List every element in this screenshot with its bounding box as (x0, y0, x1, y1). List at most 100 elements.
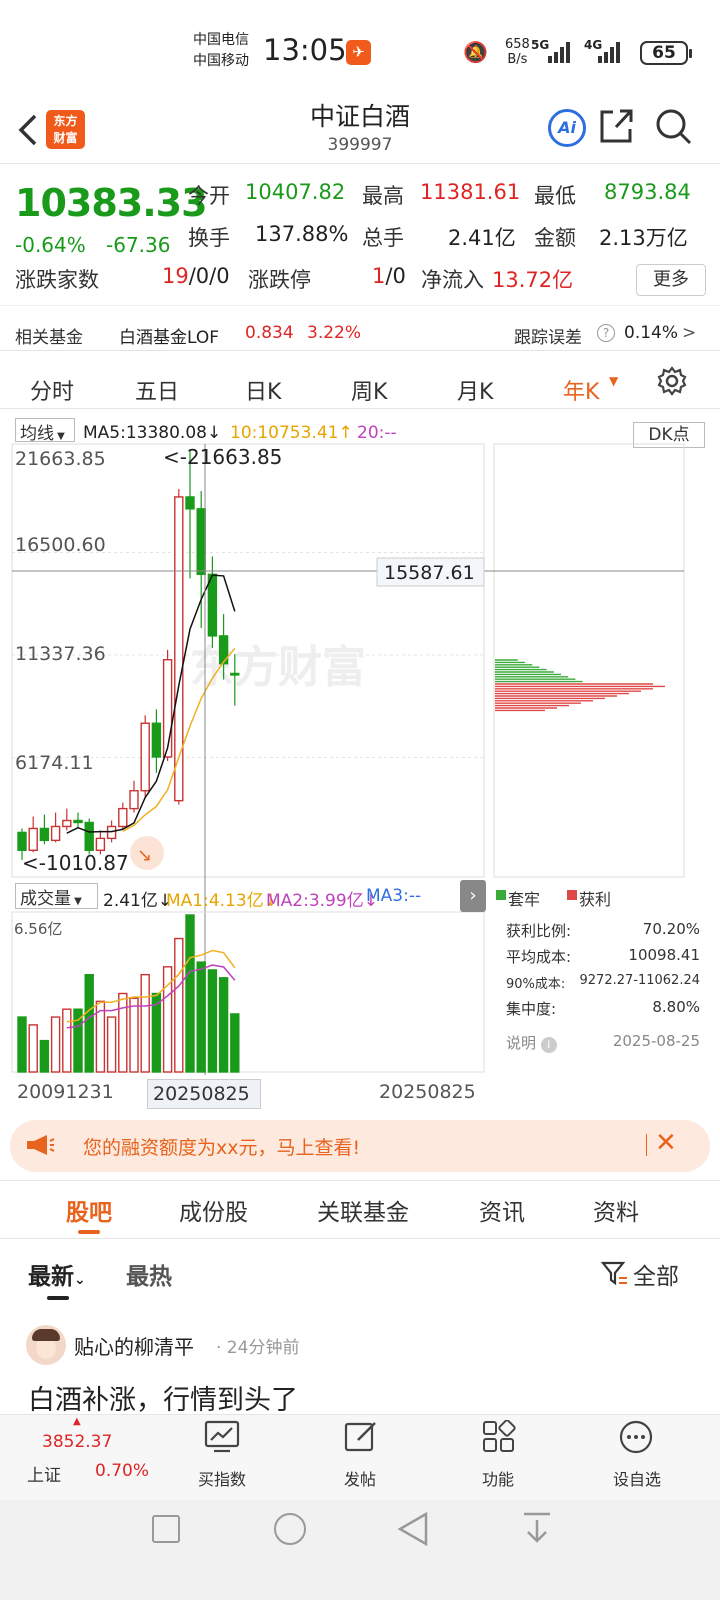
tab-constituents[interactable]: 成份股 (179, 1193, 248, 1227)
post-username[interactable]: 贴心的柳清平 (74, 1331, 194, 1360)
note-row[interactable]: 说明 i 2025-08-25 (506, 1032, 700, 1053)
volume-bar (62, 1008, 72, 1073)
search-icon[interactable] (655, 107, 693, 147)
tab-forum[interactable]: 股吧 (66, 1193, 112, 1227)
post-content[interactable]: 白酒补涨，行情到头了 (28, 1378, 298, 1417)
volume-value: 2.41亿 (448, 226, 516, 250)
more-button[interactable]: 更多 (636, 264, 706, 296)
note-label: 说明 (506, 1034, 537, 1052)
candle-body (95, 837, 106, 851)
index-value[interactable]: 3852.37 (42, 1432, 112, 1452)
legend-profit-swatch (567, 890, 577, 900)
mute-bell-icon: 🔕 (463, 40, 488, 64)
candle-body (207, 573, 218, 637)
legend-profit: 获利 (579, 890, 612, 909)
x-label-start: 20091231 (17, 1081, 114, 1103)
volume-selector[interactable]: 成交量 ▼ (15, 883, 98, 909)
avg-cost-label: 平均成本: (506, 948, 572, 966)
notification-pull-icon[interactable] (520, 1510, 554, 1548)
turnover-label: 换手 (188, 226, 230, 250)
profit-ratio-label: 获利比例: (506, 922, 572, 940)
concentration-label: 集中度: (506, 1000, 557, 1018)
system-nav-bar (0, 1500, 720, 1600)
carrier-1: 中国电信 (193, 32, 249, 48)
function-button[interactable]: 功能 (458, 1466, 538, 1490)
chip-distribution (495, 659, 665, 712)
profit-ratio-value: 70.20% (642, 920, 700, 938)
tab-five-day[interactable]: 五日 (135, 374, 179, 406)
change-amount: -67.36 (106, 233, 171, 257)
low-value: 8793.84 (604, 180, 691, 204)
candle-body (196, 508, 206, 576)
divider (0, 305, 720, 306)
post-button[interactable]: 发帖 (320, 1466, 400, 1490)
volume-bar (230, 1013, 240, 1073)
settings-gear-icon[interactable] (657, 366, 687, 396)
volume-bar (140, 973, 150, 1073)
help-icon[interactable]: ? (597, 324, 615, 342)
tab-intraday[interactable]: 分时 (30, 374, 74, 406)
sort-indicator (47, 1296, 69, 1300)
back-nav-icon[interactable] (396, 1510, 430, 1548)
post-time: · 24分钟前 (216, 1338, 300, 1358)
candle-body (84, 821, 94, 851)
promo-text: 您的融资额度为xx元，马上查看! (83, 1137, 361, 1159)
y-label-4: 6174.11 (15, 752, 94, 774)
add-watchlist-button[interactable]: 设自选 (597, 1466, 677, 1490)
chevron-right-button[interactable]: › (460, 880, 486, 912)
volume-bar (218, 977, 229, 1073)
tab-day-k[interactable]: 日K (245, 374, 281, 406)
crosshair-value: 15587.61 (384, 562, 475, 584)
tab-news[interactable]: 资讯 (479, 1193, 525, 1227)
limit-up: 1 (372, 264, 386, 288)
turnover-value: 137.88% (255, 222, 349, 246)
app-notification-icon: ✈ (346, 40, 371, 65)
cost90-value: 9272.27-11062.24 (579, 973, 700, 988)
share-icon[interactable] (598, 107, 634, 145)
recent-apps-icon[interactable] (152, 1515, 180, 1543)
candle-body (185, 496, 195, 510)
volume-bar (185, 914, 195, 1073)
close-icon[interactable]: ✕ (655, 1128, 677, 1158)
volume-bar (118, 992, 128, 1073)
updown-rest: /0/0 (188, 264, 230, 288)
volume-ma3: MA3:-- (366, 886, 422, 906)
grid-function-icon[interactable] (482, 1420, 516, 1454)
battery-indicator: 65 (640, 41, 692, 65)
compose-icon[interactable] (344, 1420, 378, 1454)
up-arrow-icon: ▲ (73, 1416, 81, 1427)
filter-icon[interactable] (600, 1259, 628, 1287)
candle-body (28, 827, 38, 851)
home-icon[interactable] (274, 1513, 306, 1545)
related-fund-name[interactable]: 白酒基金LOF (119, 323, 219, 348)
tab-related-funds[interactable]: 关联基金 (317, 1193, 409, 1227)
related-fund-pct: 3.22% (307, 323, 362, 343)
chart-buy-icon[interactable] (204, 1420, 240, 1454)
netflow-label: 净流入 (421, 268, 484, 292)
limit-label: 涨跌停 (248, 268, 311, 292)
chevron-right-icon[interactable]: > (682, 323, 696, 343)
related-fund-price: 0.834 (245, 323, 294, 343)
tab-month-k[interactable]: 月K (457, 374, 493, 406)
tab-profile[interactable]: 资料 (593, 1193, 639, 1227)
filter-all[interactable]: 全部 (633, 1257, 679, 1291)
watermark: 东方财富 (190, 643, 366, 692)
tab-year-k[interactable]: 年K (563, 374, 599, 406)
net-speed-unit: B/s (507, 52, 528, 67)
carrier-2: 中国移动 (193, 53, 249, 69)
buy-index-button[interactable]: 买指数 (182, 1466, 262, 1490)
volume-panel-frame (11, 911, 485, 1073)
candle-body (39, 827, 50, 842)
tab-week-k[interactable]: 周K (351, 374, 387, 406)
volume-selector-label: 成交量 (20, 889, 71, 909)
sort-hot[interactable]: 最热 (126, 1257, 172, 1291)
sort-latest[interactable]: 最新⌄ (28, 1257, 86, 1291)
netflow-value: 13.72亿 (492, 268, 574, 292)
more-circle-icon[interactable] (619, 1420, 653, 1454)
chip-date: 2025-08-25 (612, 1032, 700, 1050)
signal-1-icon (548, 42, 570, 63)
candle-body (174, 496, 184, 802)
avatar[interactable] (26, 1325, 66, 1365)
ai-assistant-button[interactable]: Ai (548, 109, 586, 147)
avg-cost-row: 平均成本: 10098.41 (506, 946, 700, 967)
